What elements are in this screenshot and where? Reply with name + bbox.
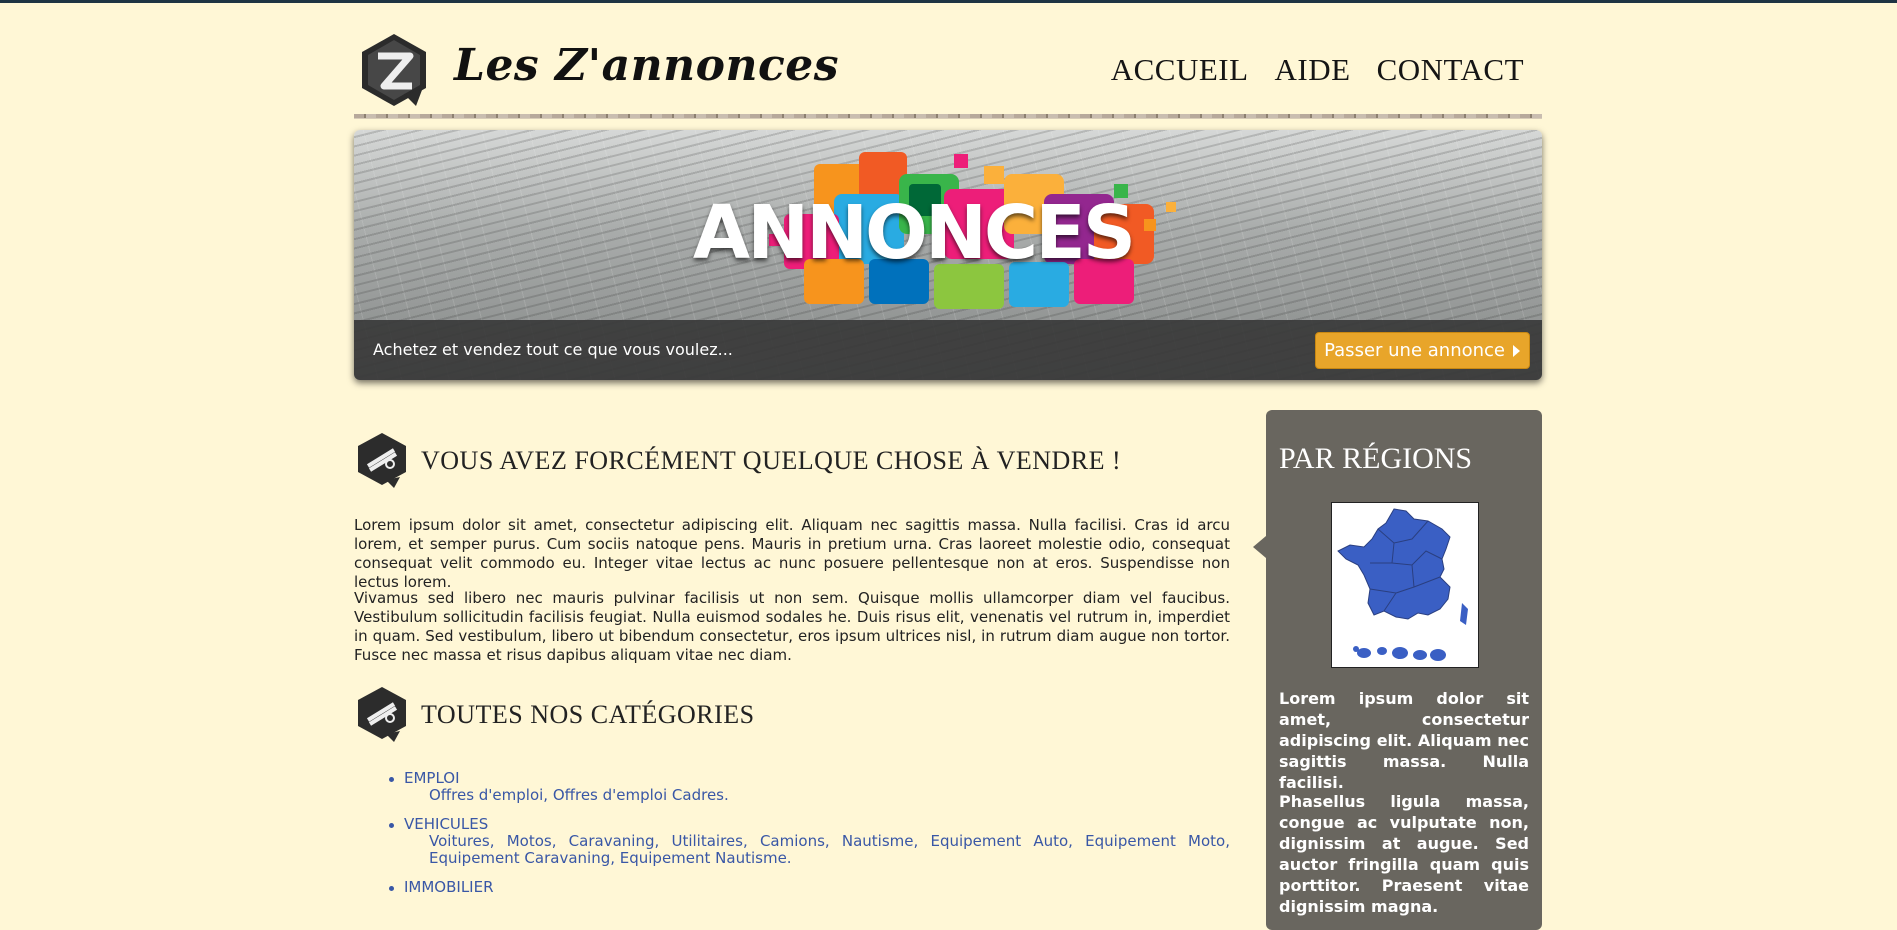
hanger-badge-icon [358, 687, 406, 742]
header-divider [354, 114, 1542, 119]
regions-sidebar: PAR RÉGIONS Lorem ipsum dolor sit amet, … [1253, 410, 1542, 930]
sidebar-title: PAR RÉGIONS [1279, 442, 1473, 475]
sidebar-pointer [1253, 536, 1266, 558]
france-map-icon[interactable] [1332, 503, 1478, 667]
france-map[interactable] [1331, 502, 1479, 668]
nav-contact[interactable]: CONTACT [1377, 52, 1524, 88]
intro-paragraph-1: Lorem ipsum dolor sit amet, consectetur … [354, 516, 1230, 591]
category-subcategories[interactable]: Offres d'emploi, Offres d'emploi Cadres. [404, 787, 1230, 804]
site-title[interactable]: Les Z'annonces [454, 40, 839, 91]
category-subcategories[interactable]: Voitures, Motos, Caravaning, Utilitaires… [404, 833, 1230, 867]
category-link-vehicules[interactable]: VEHICULES [404, 816, 1230, 833]
category-link-immobilier[interactable]: IMMOBILIER [404, 879, 1230, 896]
nav-accueil[interactable]: ACCUEIL [1111, 52, 1249, 88]
category-list: EMPLOI Offres d'emploi, Offres d'emploi … [354, 770, 1230, 908]
list-item: VEHICULES Voitures, Motos, Caravaning, U… [354, 816, 1230, 867]
banner-caption: Achetez et vendez tout ce que vous voule… [373, 340, 733, 359]
intro-paragraph-2: Vivamus sed libero nec mauris pulvinar f… [354, 589, 1230, 664]
banner-caption-bar: Achetez et vendez tout ce que vous voule… [354, 320, 1542, 380]
post-ad-button-label: Passer une annonce [1324, 340, 1505, 361]
hanger-badge-icon [358, 433, 406, 488]
post-ad-button[interactable]: Passer une annonce [1315, 332, 1530, 369]
list-item: IMMOBILIER [354, 879, 1230, 896]
category-link-emploi[interactable]: EMPLOI [404, 770, 1230, 787]
chevron-right-icon [1513, 345, 1520, 357]
nav-aide[interactable]: AIDE [1275, 52, 1351, 88]
sidebar-paragraph-1: Lorem ipsum dolor sit amet, consectetur … [1279, 689, 1529, 792]
hero-banner: ANNONCES Achetez et vendez tout ce que v… [354, 130, 1542, 380]
section-title-sell: VOUS AVEZ FORCÉMENT QUELQUE CHOSE À VEND… [421, 446, 1122, 475]
logo-z-badge-icon[interactable] [356, 32, 432, 108]
main-nav: ACCUEIL AIDE CONTACT [1111, 52, 1524, 88]
section-title-categories: TOUTES NOS CATÉGORIES [421, 700, 755, 729]
list-item: EMPLOI Offres d'emploi, Offres d'emploi … [354, 770, 1230, 804]
sidebar-paragraph-2: Phasellus ligula massa, congue ac vulput… [1279, 792, 1529, 916]
banner-art-word: ANNONCES [692, 190, 1136, 276]
page-container: Les Z'annonces ACCUEIL AIDE CONTACT ANNO… [354, 0, 1542, 930]
